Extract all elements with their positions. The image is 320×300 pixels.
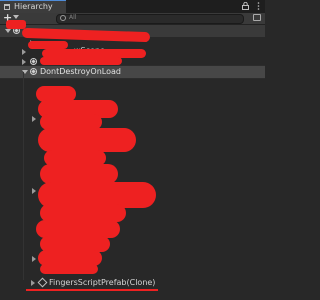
expand-arrow-icon[interactable]	[22, 49, 26, 55]
hierarchy-icon	[4, 4, 10, 10]
expand-arrow-icon[interactable]	[32, 188, 36, 194]
tree-guide-line	[23, 72, 24, 280]
fingers-label: FingersScriptPrefab(Clone)	[49, 278, 156, 287]
expand-arrow-icon[interactable]	[31, 280, 35, 286]
chevron-down-icon[interactable]	[13, 15, 19, 19]
fingers-script-prefab-row[interactable]: FingersScriptPrefab(Clone)	[0, 277, 265, 289]
dont-destroy-on-load-row[interactable]: DontDestroyOnLoad	[0, 65, 265, 79]
redaction-mark	[38, 128, 136, 152]
filter-icon[interactable]	[253, 14, 261, 21]
search-icon	[60, 15, 66, 21]
kebab-menu-icon[interactable]	[257, 2, 260, 10]
tab-label: Hierarchy	[14, 2, 53, 11]
search-placeholder: All	[69, 14, 77, 21]
unity-scene-icon	[30, 58, 37, 65]
lock-icon[interactable]	[242, 2, 249, 10]
underline-mark	[26, 289, 158, 291]
ddol-label: DontDestroyOnLoad	[40, 67, 121, 76]
search-input[interactable]: All	[56, 14, 244, 24]
redaction-mark	[40, 57, 122, 65]
panel-tab-bar: Hierarchy	[0, 0, 265, 13]
expand-arrow-icon[interactable]	[32, 256, 36, 262]
expand-arrow-icon[interactable]	[32, 116, 36, 122]
unity-scene-icon	[30, 68, 37, 75]
redaction-mark	[28, 41, 68, 49]
redaction-mark	[40, 264, 98, 274]
gameobject-cube-icon	[37, 277, 48, 288]
hierarchy-toolbar: + All	[0, 11, 265, 25]
redaction-mark	[6, 20, 26, 29]
expand-arrow-icon[interactable]	[5, 29, 11, 33]
redaction-mark	[40, 164, 118, 184]
